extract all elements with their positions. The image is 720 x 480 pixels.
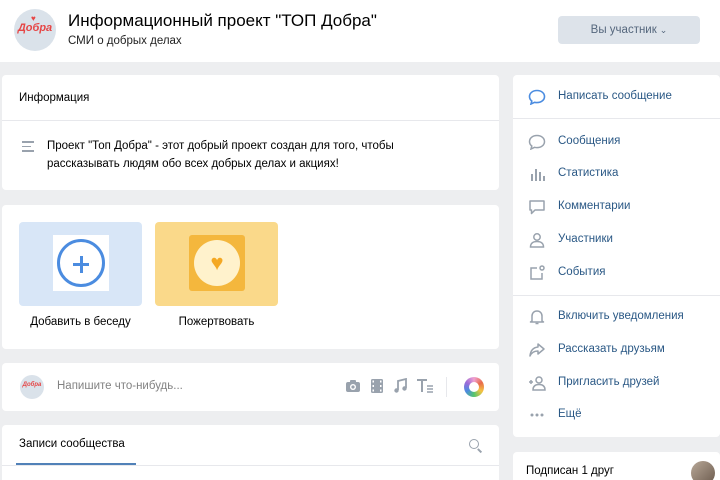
search-icon[interactable] [469,439,483,453]
messages-icon [528,134,546,151]
divider [513,295,720,296]
menu-label: Комментарии [558,200,631,212]
menu-label: Рассказать друзьям [558,343,665,355]
menu-item-share[interactable]: Рассказать друзьям [513,338,720,362]
member-button-label: Вы участник [590,24,657,36]
friends-card[interactable]: Подписан 1 друг [513,452,720,480]
donate-label[interactable]: Пожертвовать [155,316,278,328]
music-icon[interactable] [392,377,408,394]
events-icon [528,265,546,281]
community-subtitle: СМИ о добрых делах [68,35,182,47]
menu-item-notifications[interactable]: Включить уведомления [513,305,720,329]
menu-item-events[interactable]: События [513,261,720,285]
menu-item-comments[interactable]: Комментарии [513,195,720,219]
actions-menu: Написать сообщение Сообщения Статистика … [513,75,720,437]
avatar[interactable] [691,461,715,480]
message-icon [528,89,546,106]
donate-tile[interactable]: ♥ [155,222,278,306]
menu-item-statistics[interactable]: Статистика [513,162,720,186]
menu-item-messages[interactable]: Сообщения [513,130,720,154]
text-icon[interactable] [416,378,433,394]
friends-count: Подписан 1 друг [526,465,614,477]
menu-item-members[interactable]: Участники [513,228,720,252]
member-button[interactable]: Вы участник ⌄ [558,16,700,44]
camera-icon[interactable] [345,378,361,394]
menu-label: Написать сообщение [558,90,672,102]
post-input[interactable]: Напишите что-нибудь... [57,380,183,392]
text-lines-icon [22,141,34,155]
bell-icon [528,309,546,325]
menu-label: Ещё [558,408,582,420]
info-description: Проект "Топ Добра" - этот добрый проект … [47,140,394,170]
add-to-chat-label[interactable]: Добавить в беседу [19,316,142,328]
info-card: Информация Проект "Топ Добра" - этот доб… [2,75,499,190]
video-icon[interactable] [369,378,385,394]
share-icon [528,342,546,358]
menu-label: Статистика [558,167,619,179]
menu-item-more[interactable]: Ещё [513,403,720,427]
menu-label: События [558,266,606,278]
actions-card: Добавить в беседу ♥ Пожертвовать [2,205,499,349]
palette-icon[interactable] [464,377,484,397]
menu-label: Сообщения [558,135,621,147]
more-icon [528,407,546,423]
menu-item-invite[interactable]: Пригласить друзей [513,371,720,395]
divider [2,120,499,121]
community-header: ♥ Добра Информационный проект "ТОП Добра… [0,0,720,62]
community-title: Информационный проект "ТОП Добра" [68,11,377,30]
menu-label: Пригласить друзей [558,376,660,388]
divider [2,465,499,466]
heart-icon: ♥ [189,235,245,291]
info-title: Информация [19,92,90,104]
chevron-down-icon: ⌄ [659,25,668,35]
comments-icon [528,199,546,215]
user-icon [528,232,546,248]
wall-card: Записи сообщества [2,425,499,480]
divider [446,377,447,397]
tab-community-posts[interactable]: Записи сообщества [19,438,125,450]
plus-circle-icon [53,235,109,291]
menu-label: Участники [558,233,613,245]
menu-label: Включить уведомления [558,310,684,322]
menu-item-write-message[interactable]: Написать сообщение [513,85,720,109]
stats-icon [528,166,546,182]
avatar: Добра [20,375,44,399]
logo-text: Добра [17,22,53,34]
post-composer: Добра Напишите что-нибудь... [2,363,499,411]
add-user-icon [528,375,546,391]
divider [513,118,720,119]
community-avatar[interactable]: ♥ Добра [14,9,56,51]
add-to-chat-tile[interactable] [19,222,142,306]
